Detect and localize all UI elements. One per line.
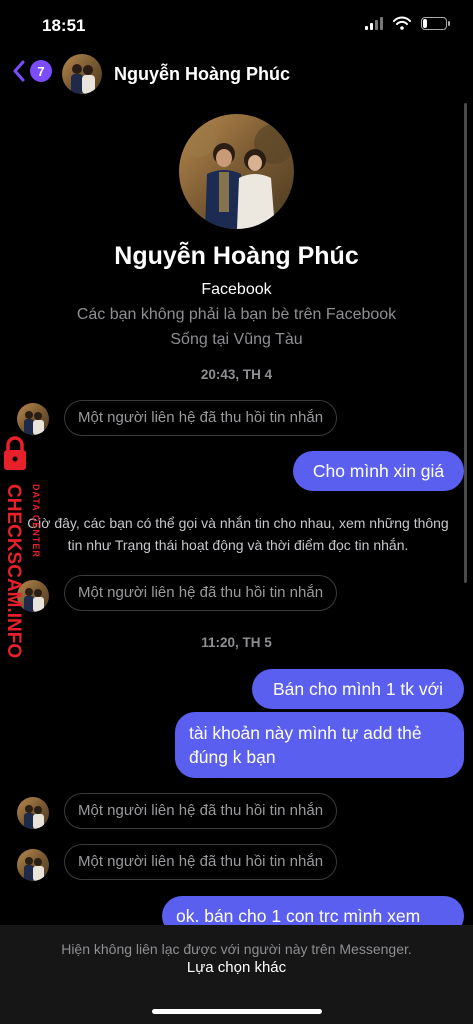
footer-note: Hiện không liên lạc được với người này t… xyxy=(61,941,412,957)
outgoing-message[interactable]: Cho mình xin giá xyxy=(293,451,464,491)
header-avatar[interactable] xyxy=(62,54,102,94)
cellular-signal-icon xyxy=(365,16,383,30)
watermark-tagline: DATA CENTER xyxy=(31,484,41,558)
status-icons xyxy=(365,16,450,30)
contact-avatar[interactable] xyxy=(17,849,49,881)
chevron-left-icon xyxy=(13,60,25,82)
profile-name: Nguyễn Hoàng Phúc xyxy=(114,242,359,270)
message-line: tài khoản này mình tự add thẻ xyxy=(189,723,422,743)
wifi-icon xyxy=(393,16,411,30)
header-contact-name[interactable]: Nguyễn Hoàng Phúc xyxy=(114,64,290,85)
home-indicator[interactable] xyxy=(152,1009,322,1014)
profile-location: Sống tại Vũng Tàu xyxy=(170,331,303,348)
profile-source: Facebook xyxy=(201,281,272,298)
status-time: 18:51 xyxy=(42,16,86,35)
outgoing-message[interactable]: Bán cho mình 1 tk với xyxy=(252,669,464,709)
contact-avatar[interactable] xyxy=(17,403,49,435)
back-button[interactable]: 7 xyxy=(12,60,52,82)
timestamp: 11:20, TH 5 xyxy=(201,635,272,650)
profile-avatar[interactable] xyxy=(179,114,294,229)
watermark-logo: CHECKSCAM.INFO DATA CENTER xyxy=(3,436,41,658)
outgoing-message[interactable]: tài khoản này mình tự add thẻ đúng k bạn xyxy=(175,712,464,778)
recalled-message[interactable]: Một người liên hệ đã thu hồi tin nhắn xyxy=(64,793,338,829)
info-notice: Giờ đây, các bạn có thể gọi và nhắn tin … xyxy=(27,515,449,553)
recalled-message[interactable]: Một người liên hệ đã thu hồi tin nhắn xyxy=(64,575,338,611)
unread-badge: 7 xyxy=(30,60,52,82)
battery-level xyxy=(423,18,427,28)
profile-friend-status: Các bạn không phải là bạn bè trên Facebo… xyxy=(76,306,397,323)
recalled-message[interactable]: Một người liên hệ đã thu hồi tin nhắn xyxy=(64,400,338,436)
battery-icon xyxy=(421,16,450,30)
other-options-button[interactable]: Lựa chọn khác xyxy=(0,959,473,976)
watermark-brand: CHECKSCAM.INFO xyxy=(3,484,24,658)
recalled-message[interactable]: Một người liên hệ đã thu hồi tin nhắn xyxy=(64,844,338,880)
timestamp: 20:43, TH 4 xyxy=(200,367,273,382)
message-line: đúng k bạn xyxy=(189,747,276,767)
contact-avatar[interactable] xyxy=(17,797,49,829)
